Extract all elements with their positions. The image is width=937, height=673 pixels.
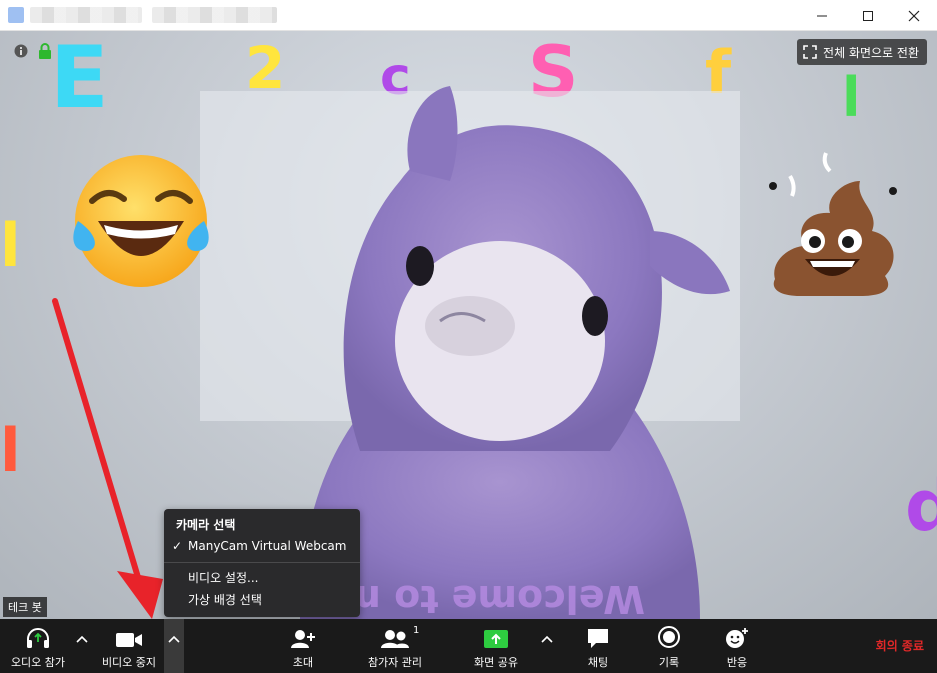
record-label: 기록 <box>658 656 680 669</box>
reactions-label: 반응 <box>726 656 748 669</box>
chat-icon <box>588 629 608 648</box>
lock-icon[interactable] <box>38 43 52 59</box>
camera-option-label: ManyCam Virtual Webcam <box>188 539 347 553</box>
video-settings-label: 비디오 설정... <box>188 570 259 585</box>
title-bar <box>0 0 937 31</box>
end-meeting-button[interactable]: 회의 종료 <box>876 637 924 654</box>
poop-emoji <box>769 152 897 296</box>
video-stage: E 2 c S f l l d l Welcome to manycam 전체 … <box>0 31 937 619</box>
audio-options-caret[interactable] <box>74 631 90 647</box>
camera-select-menu: 카메라 선택 ✓ ManyCam Virtual Webcam 비디오 설정..… <box>164 509 360 617</box>
camera-option-manycam[interactable]: ✓ ManyCam Virtual Webcam <box>164 535 360 557</box>
meeting-toolbar: 오디오 참가 비디오 중지 초대 참가자 관리 1 화면 공유 채팅 기록 반응… <box>0 619 937 673</box>
share-screen-button[interactable]: 화면 공유 <box>468 619 524 673</box>
laughing-emoji <box>73 155 209 287</box>
maximize-button[interactable] <box>845 0 891 31</box>
checkmark-icon: ✓ <box>172 539 183 553</box>
video-settings-item[interactable]: 비디오 설정... <box>164 566 360 588</box>
chevron-up-icon <box>76 635 88 643</box>
join-audio-label: 오디오 참가 <box>10 656 66 669</box>
add-user-icon <box>291 630 315 648</box>
stop-video-button[interactable]: 비디오 중지 <box>94 619 164 673</box>
annotation-arrow <box>52 298 163 619</box>
maximize-icon <box>863 10 873 21</box>
participant-name-tag: 테크 봇 <box>3 597 47 617</box>
join-audio-button[interactable]: 오디오 참가 <box>2 619 74 673</box>
share-options-caret[interactable] <box>539 631 555 647</box>
record-button[interactable]: 기록 <box>648 619 690 673</box>
fullscreen-button[interactable]: 전체 화면으로 전환 <box>797 39 927 65</box>
close-button[interactable] <box>891 0 937 31</box>
minimize-button[interactable] <box>799 0 845 31</box>
video-options-caret[interactable] <box>166 631 182 647</box>
share-screen-icon <box>484 630 508 648</box>
chat-button[interactable]: 채팅 <box>577 619 619 673</box>
video-camera-icon <box>116 633 142 647</box>
invite-label: 초대 <box>292 656 314 669</box>
camera-feed-illustration: Welcome to manycam <box>52 86 897 619</box>
fullscreen-label: 전체 화면으로 전환 <box>823 45 919 60</box>
chevron-up-icon <box>168 635 180 643</box>
share-screen-label: 화면 공유 <box>474 656 518 669</box>
chevron-up-icon <box>541 635 553 643</box>
reactions-button[interactable]: 반응 <box>716 619 758 673</box>
virtual-background-item[interactable]: 가상 배경 선택 <box>164 588 360 610</box>
stop-video-label: 비디오 중지 <box>101 656 157 669</box>
meeting-info-bar <box>14 43 52 59</box>
close-icon <box>908 10 920 21</box>
participants-icon <box>381 630 409 648</box>
app-logo <box>8 7 24 23</box>
chat-label: 채팅 <box>587 656 609 669</box>
fullscreen-icon <box>803 45 817 59</box>
headphones-icon <box>27 628 49 648</box>
participants-count: 1 <box>413 625 420 636</box>
virtual-background-label: 가상 배경 선택 <box>188 592 262 607</box>
add-reaction-icon <box>726 628 748 648</box>
window-title-blurred <box>30 7 142 23</box>
minimize-icon <box>817 15 827 16</box>
invite-button[interactable]: 초대 <box>282 619 324 673</box>
window-title-blurred-2 <box>152 7 277 23</box>
video-options-caret-box[interactable] <box>164 619 184 673</box>
camera-menu-header: 카메라 선택 <box>176 518 236 532</box>
participants-label: 참가자 관리 <box>367 656 423 669</box>
menu-separator <box>164 562 360 563</box>
info-icon[interactable] <box>14 44 28 58</box>
record-icon <box>658 626 680 648</box>
participants-button[interactable]: 참가자 관리 <box>360 619 430 673</box>
